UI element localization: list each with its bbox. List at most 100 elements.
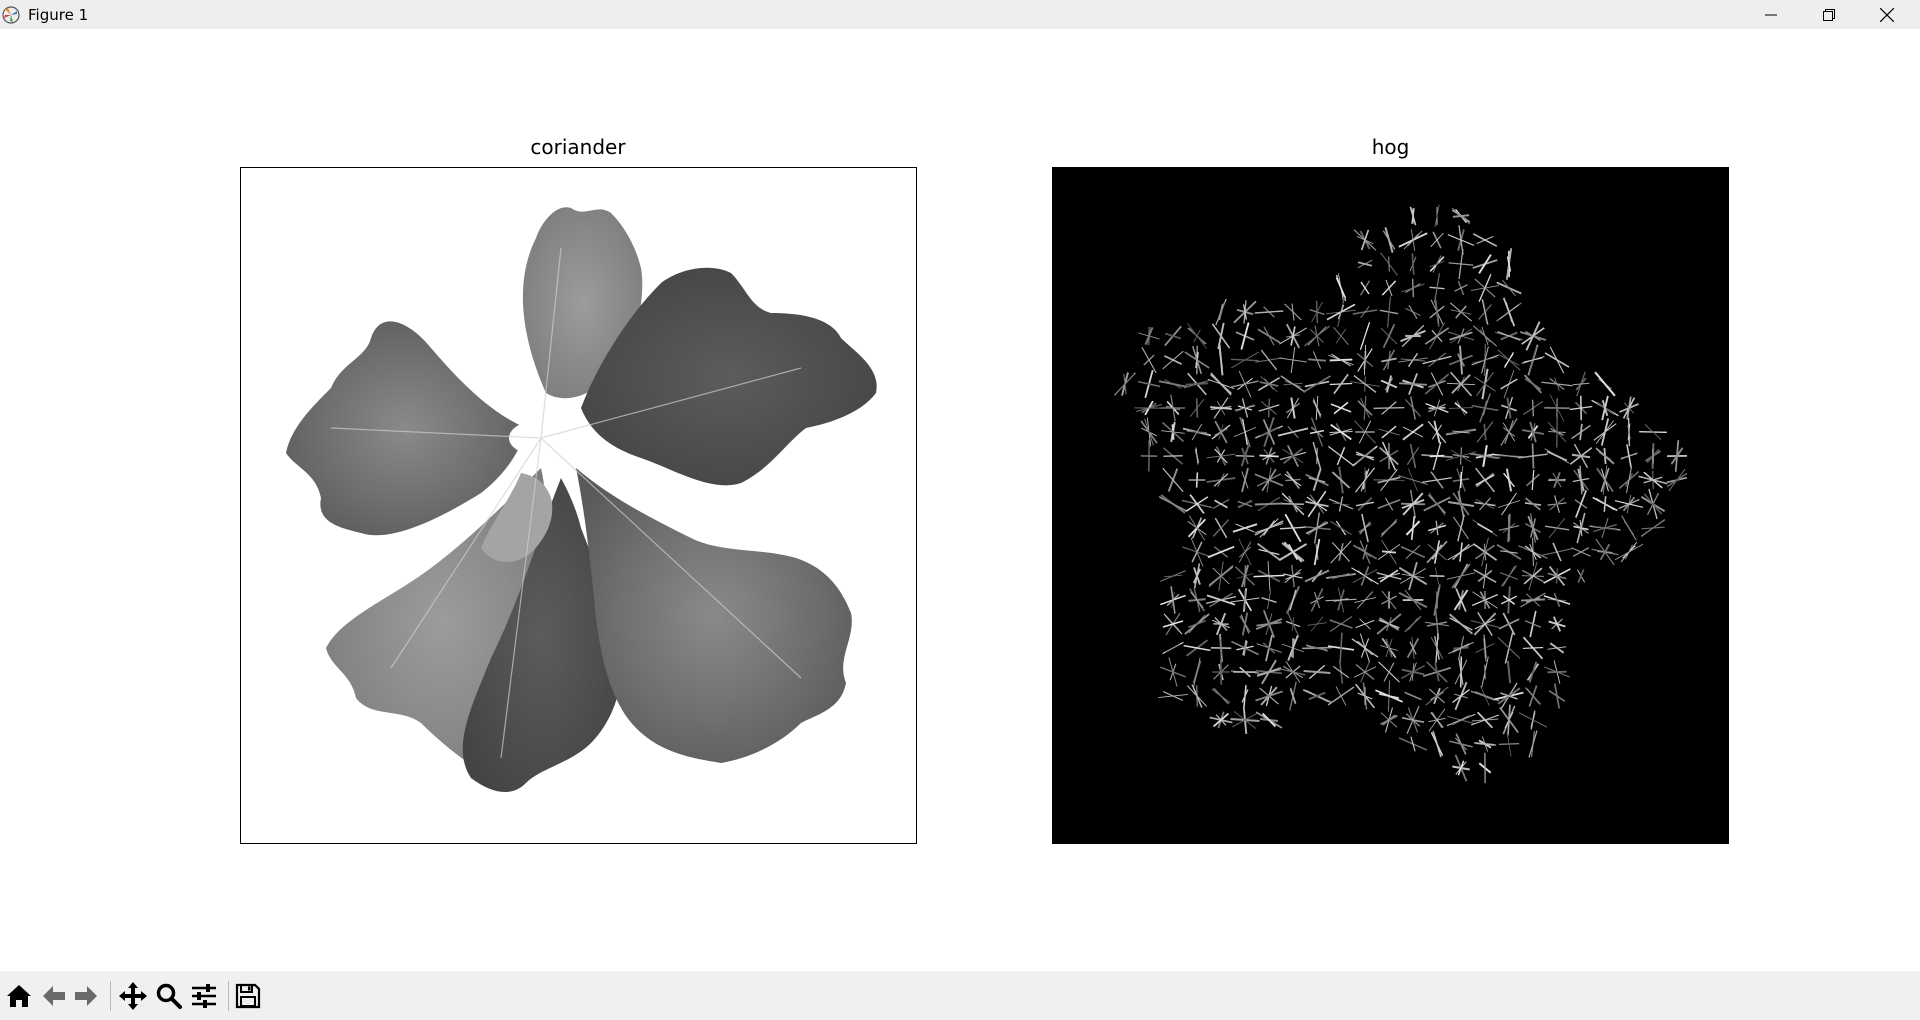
hog-gradient-stroke <box>1614 543 1644 561</box>
hog-gradient-stroke <box>1594 371 1616 397</box>
hog-gradient-stroke <box>1289 589 1297 611</box>
hog-gradient-stroke <box>1621 515 1637 541</box>
back-button[interactable] <box>37 979 71 1013</box>
hog-gradient-stroke <box>1553 683 1561 709</box>
hog-gradient-stroke <box>1406 446 1420 466</box>
hog-gradient-stroke <box>1290 397 1296 419</box>
hog-gradient-stroke <box>1255 690 1283 702</box>
hog-gradient-stroke <box>1428 492 1446 516</box>
hog-gradient-stroke <box>1355 619 1375 629</box>
home-button[interactable] <box>2 979 36 1013</box>
hog-gradient-stroke <box>1449 613 1473 635</box>
hog-gradient-stroke <box>1356 235 1374 245</box>
hog-gradient-stroke <box>1207 378 1235 390</box>
hog-gradient-stroke <box>1472 325 1498 347</box>
hog-gradient-stroke <box>1403 230 1423 250</box>
minimize-button[interactable] <box>1742 0 1800 29</box>
hog-gradient-stroke <box>1518 712 1548 728</box>
hog-gradient-stroke <box>1546 450 1568 462</box>
hog-gradient-stroke <box>1452 688 1470 704</box>
hog-gradient-stroke <box>1278 543 1308 561</box>
hog-visualization-image <box>1114 204 1688 784</box>
hog-gradient-stroke <box>1502 279 1516 297</box>
hog-gradient-stroke <box>1188 327 1206 345</box>
hog-gradient-stroke <box>1212 519 1230 537</box>
coriander-image-axes[interactable] <box>240 167 917 844</box>
hog-gradient-stroke <box>1477 612 1493 636</box>
figure-canvas[interactable]: coriander hog <box>0 29 1920 971</box>
hog-gradient-stroke <box>1165 643 1181 653</box>
configure-subplots-button[interactable] <box>187 979 221 1013</box>
hog-gradient-stroke <box>1522 647 1544 649</box>
hog-gradient-stroke <box>1306 496 1328 512</box>
hog-gradient-stroke <box>1500 417 1518 447</box>
hog-gradient-stroke <box>1286 610 1300 638</box>
hog-gradient-stroke <box>1240 322 1250 350</box>
hog-gradient-stroke <box>1376 613 1402 635</box>
hog-gradient-stroke <box>1481 656 1489 688</box>
hog-gradient-stroke <box>1164 379 1182 389</box>
hog-gradient-stroke <box>1450 309 1472 315</box>
maximize-button[interactable] <box>1800 0 1858 29</box>
hog-gradient-stroke <box>1666 472 1688 488</box>
hog-gradient-stroke <box>1213 712 1229 728</box>
hog-gradient-stroke <box>1158 495 1188 513</box>
hog-gradient-stroke <box>1218 303 1224 321</box>
hog-gradient-stroke <box>1593 523 1617 533</box>
hog-gradient-stroke <box>1498 618 1520 630</box>
navigation-toolbar <box>0 971 1920 1020</box>
hog-gradient-stroke <box>1529 663 1537 681</box>
hog-gradient-stroke <box>1547 670 1567 674</box>
hog-gradient-stroke <box>1206 594 1236 606</box>
pan-button[interactable] <box>116 979 150 1013</box>
window-title: Figure 1 <box>28 6 89 24</box>
hog-gradient-stroke <box>1430 372 1444 396</box>
hog-gradient-stroke <box>1193 563 1201 589</box>
hog-image-axes[interactable] <box>1052 167 1729 844</box>
hog-gradient-stroke <box>1378 428 1400 436</box>
hog-gradient-stroke <box>1481 298 1489 326</box>
hog-gradient-stroke <box>1188 620 1206 628</box>
hog-gradient-stroke <box>1453 589 1469 611</box>
hog-gradient-stroke <box>1459 471 1463 489</box>
hog-gradient-stroke <box>1207 545 1235 559</box>
hog-gradient-stroke <box>1160 570 1186 582</box>
hog-gradient-stroke <box>1384 497 1394 511</box>
hog-gradient-stroke <box>1162 467 1184 493</box>
hog-gradient-stroke <box>1333 401 1349 415</box>
hog-gradient-stroke <box>1429 260 1445 268</box>
hog-gradient-stroke <box>1381 280 1397 296</box>
hog-gradient-stroke <box>1424 327 1450 345</box>
toolbar-separator <box>110 981 111 1011</box>
hog-gradient-stroke <box>1402 426 1424 438</box>
hog-gradient-stroke <box>1500 565 1518 587</box>
forward-button[interactable] <box>69 979 103 1013</box>
hog-gradient-stroke <box>1380 518 1398 538</box>
hog-gradient-stroke <box>1208 564 1234 588</box>
save-button[interactable] <box>231 979 265 1013</box>
close-button[interactable] <box>1858 0 1916 29</box>
zoom-button[interactable] <box>152 979 186 1013</box>
sliders-icon <box>191 984 217 1008</box>
hog-gradient-stroke <box>1162 620 1184 628</box>
hog-gradient-stroke <box>1238 541 1252 563</box>
minimize-icon <box>1765 9 1777 21</box>
hog-gradient-stroke <box>1218 344 1224 376</box>
hog-gradient-stroke <box>1459 345 1463 375</box>
hog-gradient-stroke <box>1400 546 1426 558</box>
hog-gradient-stroke <box>1501 492 1517 516</box>
hog-gradient-stroke <box>1500 378 1518 390</box>
hog-gradient-stroke <box>1254 310 1284 314</box>
hog-gradient-stroke <box>1380 252 1398 276</box>
hog-gradient-stroke <box>1330 520 1352 536</box>
hog-gradient-stroke <box>1470 285 1500 291</box>
title-bar[interactable]: Figure 1 <box>0 0 1920 29</box>
hog-gradient-stroke <box>1382 323 1396 349</box>
hog-gradient-stroke <box>1411 278 1415 298</box>
hog-gradient-stroke <box>1528 730 1538 758</box>
hog-gradient-stroke <box>1595 420 1615 444</box>
hog-gradient-stroke <box>1602 465 1608 495</box>
hog-gradient-stroke <box>1214 427 1228 437</box>
toolbar-separator <box>228 981 229 1011</box>
axes-title-left: coriander <box>530 135 626 159</box>
